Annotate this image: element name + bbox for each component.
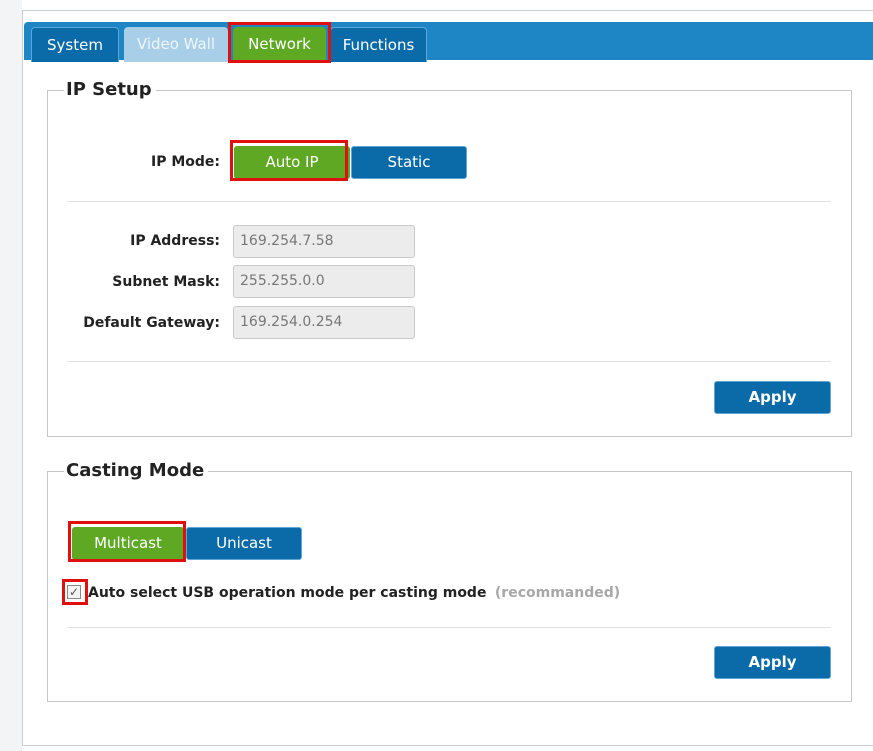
subnet-mask-field[interactable]: 255.255.0.0 — [233, 265, 415, 298]
usb-auto-select-label: Auto select USB operation mode per casti… — [88, 585, 487, 601]
subnet-mask-label: Subnet Mask: — [112, 274, 220, 290]
page-left-margin — [0, 0, 22, 751]
casting-mode-apply-button[interactable]: Apply — [714, 646, 831, 679]
usb-auto-select-checkbox[interactable]: ✓ — [67, 585, 81, 599]
tab-functions[interactable]: Functions — [330, 27, 427, 62]
auto-ip-button[interactable]: Auto IP — [234, 146, 350, 179]
casting-mode-legend: Casting Mode — [64, 460, 209, 481]
tab-system[interactable]: System — [31, 27, 119, 62]
default-gateway-field[interactable]: 169.254.0.254 — [233, 306, 415, 339]
unicast-button[interactable]: Unicast — [186, 527, 302, 560]
ip-mode-label: IP Mode: — [150, 154, 220, 170]
divider — [67, 627, 831, 628]
tab-network[interactable]: Network — [233, 27, 326, 62]
divider — [67, 201, 831, 202]
divider — [67, 361, 831, 362]
ip-address-label: IP Address: — [130, 233, 220, 249]
ip-address-field[interactable]: 169.254.7.58 — [233, 225, 415, 258]
ip-setup-legend: IP Setup — [64, 79, 156, 100]
tab-video-wall[interactable]: Video Wall — [124, 27, 228, 62]
multicast-button[interactable]: Multicast — [72, 527, 184, 560]
ip-setup-apply-button[interactable]: Apply — [714, 381, 831, 414]
recommended-hint: (recommanded) — [494, 585, 621, 601]
static-ip-button[interactable]: Static — [351, 146, 467, 179]
usb-auto-select-text: Auto select USB operation mode per casti… — [88, 585, 620, 601]
default-gateway-label: Default Gateway: — [83, 315, 220, 331]
